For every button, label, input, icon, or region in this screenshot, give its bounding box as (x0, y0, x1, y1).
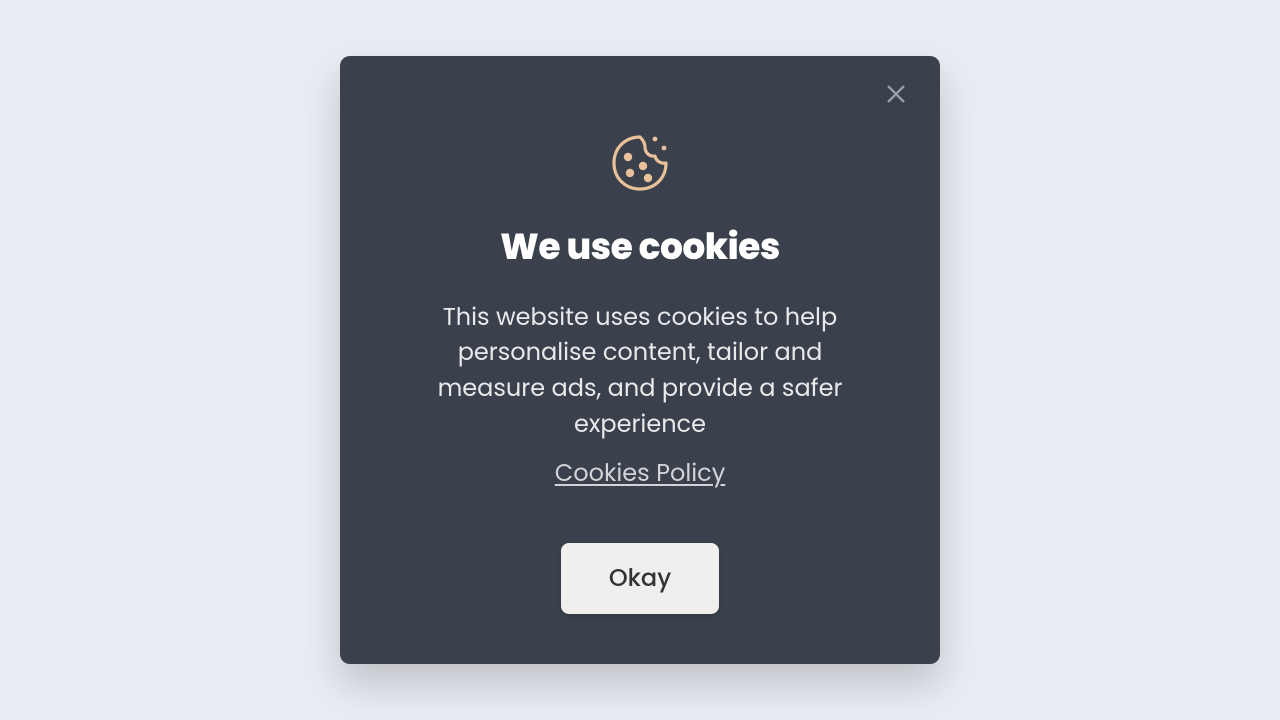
okay-button[interactable]: Okay (561, 543, 719, 614)
close-button[interactable] (882, 82, 910, 110)
close-icon (885, 83, 907, 108)
cookie-icon (380, 131, 900, 195)
modal-title: We use cookies (380, 219, 900, 274)
modal-description: This website uses cookies to help person… (410, 300, 870, 442)
cookie-consent-modal: We use cookies This website uses cookies… (340, 56, 940, 664)
cookies-policy-link[interactable]: Cookies Policy (555, 456, 725, 491)
